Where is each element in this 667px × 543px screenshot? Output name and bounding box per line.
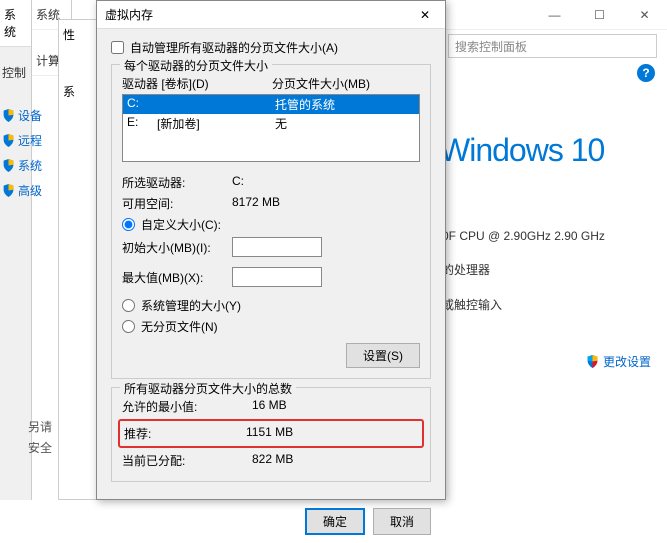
touch-label: 或触控输入 — [438, 296, 667, 313]
search-input[interactable]: 搜索控制面板 — [448, 34, 657, 58]
shield-icon — [2, 134, 15, 147]
dialog-title: 虚拟内存 — [105, 6, 405, 23]
windows-logo: Windows 10 — [438, 132, 667, 169]
recommended: 推荐: 1151 MB — [124, 423, 418, 444]
shield-icon — [2, 109, 15, 122]
max-size-input[interactable] — [232, 267, 322, 287]
max-size-row: 最大值(MB)(X): — [122, 265, 420, 289]
virtual-memory-dialog: 虚拟内存 ✕ 自动管理所有驱动器的分页文件大小(A) 每个驱动器的分页文件大小 … — [96, 0, 446, 500]
drive-list-header: 驱动器 [卷标](D) 分页文件大小(MB) — [122, 73, 420, 94]
min-allowed: 允许的最小值: 16 MB — [122, 396, 420, 417]
change-settings-link[interactable]: 更改设置 — [438, 353, 667, 370]
nav-advanced[interactable]: 高级 — [0, 178, 70, 203]
titlebar[interactable]: 虚拟内存 ✕ — [97, 1, 445, 29]
drive-row-e[interactable]: E: [新加卷] 无 — [123, 114, 419, 133]
help-icon[interactable]: ? — [637, 64, 655, 82]
initial-size-input[interactable] — [232, 237, 322, 257]
selected-drive: 所选驱动器: C: — [122, 172, 420, 193]
maximize-button[interactable]: ☐ — [577, 0, 622, 30]
shield-icon — [2, 184, 15, 197]
see-also: 另请 安全 — [28, 414, 52, 460]
nav-device[interactable]: 设备 — [0, 103, 70, 128]
close-button[interactable]: ✕ — [405, 1, 445, 29]
auto-manage-checkbox[interactable]: 自动管理所有驱动器的分页文件大小(A) — [111, 39, 431, 56]
cpu-info: 0F CPU @ 2.90GHz 2.90 GHz — [438, 229, 667, 243]
drive-list[interactable]: C: 托管的系统 E: [新加卷] 无 — [122, 94, 420, 162]
cancel-button[interactable]: 取消 — [373, 508, 431, 535]
processor-label: 的处理器 — [438, 261, 667, 278]
initial-size-row: 初始大小(MB)(I): — [122, 235, 420, 259]
custom-size-radio[interactable]: 自定义大小(C): — [122, 214, 420, 235]
totals-group: 所有驱动器分页文件大小的总数 允许的最小值: 16 MB 推荐: 1151 MB… — [111, 387, 431, 482]
no-paging-radio[interactable]: 无分页文件(N) — [122, 316, 420, 337]
nav-system[interactable]: 系统 — [0, 153, 70, 178]
set-button[interactable]: 设置(S) — [346, 343, 420, 368]
minimize-button[interactable]: — — [532, 0, 577, 30]
control-panel-bg: — ☐ ✕ 搜索控制面板 ? Windows 10 0F CPU @ 2.90G… — [437, 0, 667, 500]
left-nav: 控制 设备 远程 系统 高级 — [0, 60, 70, 203]
system-managed-radio[interactable]: 系统管理的大小(Y) — [122, 295, 420, 316]
ok-button[interactable]: 确定 — [305, 508, 365, 535]
search-placeholder: 搜索控制面板 — [455, 38, 527, 55]
currently-allocated: 当前已分配: 822 MB — [122, 450, 420, 471]
close-button[interactable]: ✕ — [622, 0, 667, 30]
recommended-highlight: 推荐: 1151 MB — [118, 419, 424, 448]
shield-icon — [586, 355, 599, 368]
per-drive-group: 每个驱动器的分页文件大小 驱动器 [卷标](D) 分页文件大小(MB) C: 托… — [111, 64, 431, 379]
nav-remote[interactable]: 远程 — [0, 128, 70, 153]
drive-row-c[interactable]: C: 托管的系统 — [123, 95, 419, 114]
shield-icon — [2, 159, 15, 172]
free-space: 可用空间: 8172 MB — [122, 193, 420, 214]
